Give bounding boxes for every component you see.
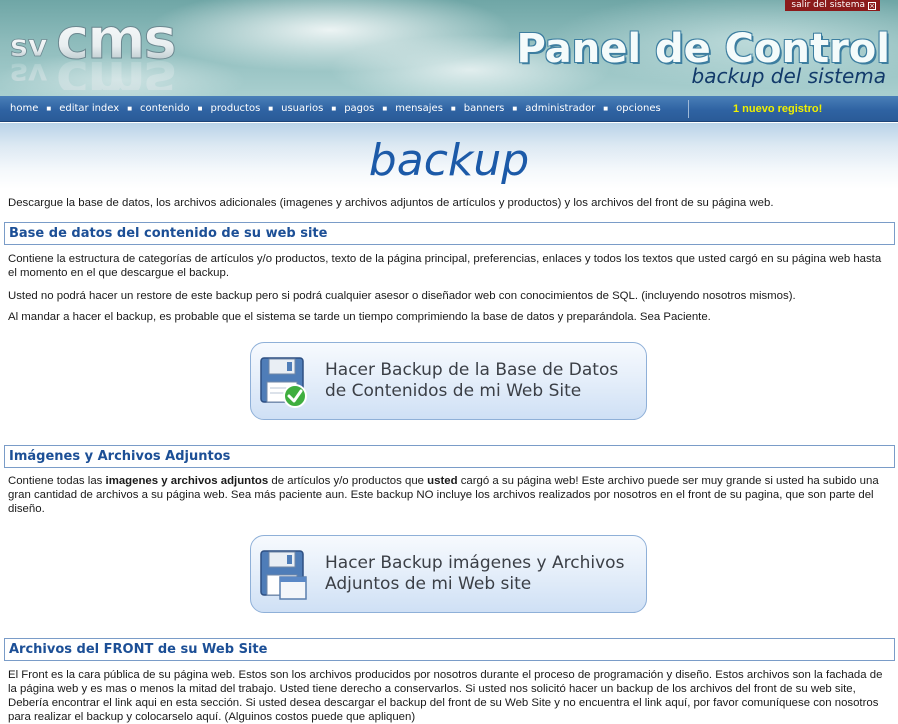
images-desc-bold: usted bbox=[427, 475, 458, 487]
intro-text: Descargue la base de datos, los archivos… bbox=[8, 197, 774, 209]
backup-database-button[interactable]: Hacer Backup de la Base de Datos de Cont… bbox=[250, 342, 647, 420]
section-heading-database: Base de datos del contenido de su web si… bbox=[4, 222, 895, 245]
panel-subtitle: backup del sistema bbox=[691, 64, 886, 88]
nav-item-editar-index[interactable]: editar index bbox=[59, 103, 119, 114]
nav-item-productos[interactable]: productos bbox=[210, 103, 260, 114]
svg-text:sv: sv bbox=[10, 56, 48, 90]
nav-separator: ■ bbox=[268, 104, 274, 113]
nav-separator: ■ bbox=[46, 104, 52, 113]
nav-item-pagos[interactable]: pagos bbox=[344, 103, 374, 114]
header-banner: sv cms sv cms salir del sistema × Panel … bbox=[0, 0, 898, 96]
floppy-check-icon bbox=[260, 357, 307, 408]
nav-separator: ■ bbox=[197, 104, 203, 113]
database-desc-1: Contiene la estructura de categorías de … bbox=[8, 253, 882, 279]
nav-separator: ■ bbox=[127, 104, 133, 113]
nav-item-contenido[interactable]: contenido bbox=[140, 103, 190, 114]
nav-separator: ■ bbox=[450, 104, 456, 113]
backup-images-label: Hacer Backup imágenes y Archivos Adjunto… bbox=[325, 553, 625, 594]
images-desc: Contiene todas las imagenes y archivos a… bbox=[8, 474, 890, 516]
nav-item-home[interactable]: home bbox=[10, 103, 38, 114]
database-desc-3: Al mandar a hacer el backup, es probable… bbox=[8, 311, 711, 323]
images-desc-bold: imagenes y archivos adjuntos bbox=[105, 475, 269, 487]
backup-database-label: Hacer Backup de la Base de Datos de Cont… bbox=[325, 360, 619, 401]
section-heading-front: Archivos del FRONT de su Web Site bbox=[4, 638, 895, 661]
nav-item-usuarios[interactable]: usuarios bbox=[281, 103, 323, 114]
nav-item-banners[interactable]: banners bbox=[464, 103, 505, 114]
section-heading-images: Imágenes y Archivos Adjuntos bbox=[4, 445, 895, 468]
nav-item-opciones[interactable]: opciones bbox=[616, 103, 661, 114]
new-registration-alert[interactable]: 1 nuevo registro! bbox=[733, 96, 822, 122]
nav-divider bbox=[688, 100, 689, 118]
nav-item-mensajes[interactable]: mensajes bbox=[395, 103, 443, 114]
nav-item-administrador[interactable]: administrador bbox=[525, 103, 595, 114]
nav-separator: ■ bbox=[331, 104, 337, 113]
front-desc: El Front es la cara pública de su página… bbox=[8, 669, 883, 723]
logout-link[interactable]: salir del sistema × bbox=[785, 0, 880, 11]
svg-text:cms: cms bbox=[56, 48, 175, 90]
floppy-window-icon bbox=[260, 550, 307, 600]
nav-separator: ■ bbox=[382, 104, 388, 113]
nav-separator: ■ bbox=[512, 104, 518, 113]
svcms-logo: sv cms sv cms bbox=[10, 7, 178, 91]
page-title: backup bbox=[368, 135, 530, 186]
logout-label: salir del sistema bbox=[791, 0, 865, 10]
images-desc-part: Contiene todas las bbox=[8, 475, 106, 487]
nav-separator: ■ bbox=[603, 104, 609, 113]
database-desc-2: Usted no podrá hacer un restore de este … bbox=[8, 290, 796, 302]
nav-items: home ■ editar index ■ contenido ■ produc… bbox=[0, 96, 661, 121]
close-icon: × bbox=[868, 1, 876, 10]
main-nav: home ■ editar index ■ contenido ■ produc… bbox=[0, 96, 898, 122]
backup-images-button[interactable]: Hacer Backup imágenes y Archivos Adjunto… bbox=[250, 535, 647, 613]
images-desc-part: de artículos y/o productos que bbox=[268, 475, 428, 487]
